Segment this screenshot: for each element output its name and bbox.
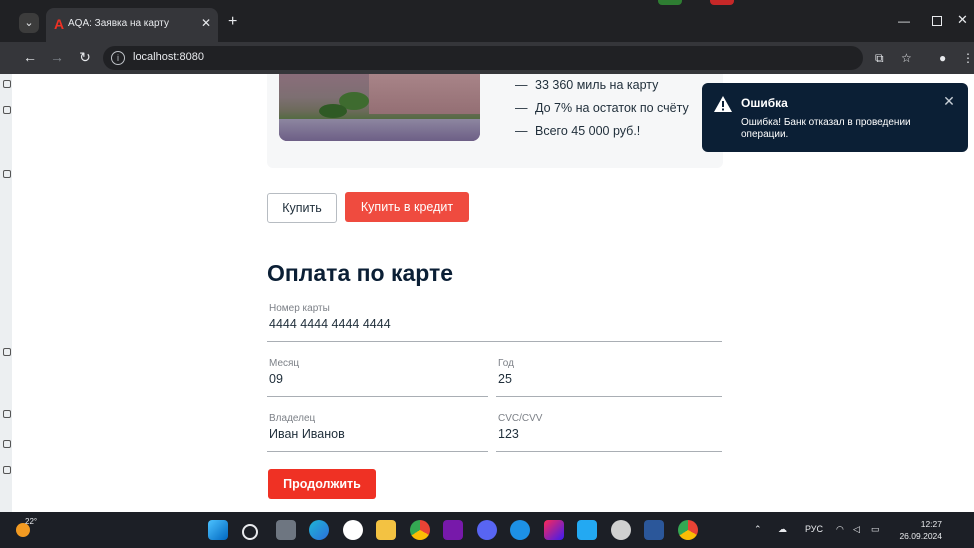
tab-title: AQA: Заявка на карту bbox=[68, 18, 169, 29]
edge-icon bbox=[3, 440, 11, 448]
clock-date: 26.09.2024 bbox=[899, 531, 942, 541]
product-photo bbox=[279, 74, 480, 141]
card-number-field[interactable]: Номер карты 4444 4444 4444 4444 bbox=[267, 303, 722, 342]
cloud-icon[interactable]: ☁ bbox=[778, 524, 787, 535]
yandex-browser-icon[interactable] bbox=[343, 520, 363, 540]
site-info-icon[interactable]: i bbox=[111, 51, 125, 65]
card-number-label: Номер карты bbox=[269, 303, 330, 314]
window-close-button[interactable]: ✕ bbox=[957, 12, 968, 28]
close-icon[interactable]: ✕ bbox=[942, 94, 956, 108]
owner-input[interactable]: Иван Иванов bbox=[269, 427, 345, 441]
year-input[interactable]: 25 bbox=[498, 372, 512, 386]
buy-credit-button[interactable]: Купить в кредит bbox=[345, 192, 469, 222]
vscode-icon[interactable] bbox=[577, 520, 597, 540]
browser-menu-icon[interactable]: ⋮ bbox=[962, 49, 974, 67]
forward-arrow-icon[interactable]: → bbox=[48, 48, 66, 66]
buy-button[interactable]: Купить bbox=[267, 193, 337, 223]
photo-path bbox=[279, 119, 480, 141]
notification-text: Ошибка! Банк отказал в проведении операц… bbox=[741, 117, 911, 140]
month-field[interactable]: Месяц 09 bbox=[267, 358, 488, 397]
photo-wall bbox=[369, 74, 480, 114]
background-window-edge bbox=[0, 74, 12, 512]
year-label: Год bbox=[498, 358, 514, 369]
year-field[interactable]: Год 25 bbox=[496, 358, 722, 397]
chrome-icon[interactable] bbox=[410, 520, 430, 540]
system-clock[interactable]: 12:27 26.09.2024 bbox=[898, 518, 942, 542]
background-window-hint bbox=[658, 0, 682, 5]
address-bar[interactable]: i localhost:8080 bbox=[103, 46, 863, 70]
edge-icon bbox=[3, 106, 11, 114]
edge-icon bbox=[3, 170, 11, 178]
back-arrow-icon[interactable]: ← bbox=[21, 48, 39, 66]
window-maximize-button[interactable] bbox=[932, 16, 942, 26]
browser-toolbar: ← → ↻ i localhost:8080 ⧉ ☆ ● ⋮ bbox=[0, 42, 974, 74]
browser-tab-active[interactable]: A AQA: Заявка на карту ✕ bbox=[46, 8, 218, 42]
window-minimize-button[interactable]: — bbox=[898, 14, 910, 28]
site-favicon-icon: A bbox=[54, 16, 65, 32]
month-label: Месяц bbox=[269, 358, 300, 369]
tab-search-button[interactable]: ⌄ bbox=[19, 13, 39, 33]
intellij-icon[interactable] bbox=[544, 520, 564, 540]
feature-item: — Всего 45 000 руб.! bbox=[515, 124, 641, 138]
url-text: localhost:8080 bbox=[133, 51, 204, 63]
background-window-hint bbox=[710, 0, 734, 5]
feature-text: До 7% на остаток по счёту bbox=[535, 101, 689, 115]
os-taskbar: 22° ⌃ ☁ РУС ◠ ◁ ▭ 12:27 26.09.2024 bbox=[0, 512, 974, 548]
cvc-input[interactable]: 123 bbox=[498, 427, 519, 441]
cvc-label: CVC/CVV bbox=[498, 413, 543, 424]
photo-bush bbox=[319, 104, 347, 118]
file-explorer-icon[interactable] bbox=[376, 520, 396, 540]
month-input[interactable]: 09 bbox=[269, 372, 283, 386]
tray-expand-icon[interactable]: ⌃ bbox=[754, 524, 762, 535]
clock-time: 12:27 bbox=[920, 519, 942, 529]
wifi-icon[interactable]: ◠ bbox=[836, 524, 844, 535]
notification-title: Ошибка bbox=[741, 96, 788, 110]
product-card: —33 360 миль на карту — До 7% на остаток … bbox=[267, 74, 723, 168]
feature-text: 33 360 миль на карту bbox=[535, 78, 659, 92]
page-title: Оплата по карте bbox=[267, 260, 454, 286]
bookmark-star-icon[interactable]: ☆ bbox=[901, 49, 912, 67]
edge-icon bbox=[3, 348, 11, 356]
discord-icon[interactable] bbox=[477, 520, 497, 540]
continue-button[interactable]: Продолжить bbox=[268, 469, 376, 499]
edge-icon bbox=[3, 80, 11, 88]
battery-icon[interactable]: ▭ bbox=[871, 524, 880, 535]
cvc-field[interactable]: CVC/CVV 123 bbox=[496, 413, 722, 452]
reload-icon[interactable]: ↻ bbox=[76, 48, 94, 66]
install-app-icon[interactable]: ⧉ bbox=[875, 49, 884, 67]
warning-icon bbox=[714, 96, 732, 112]
search-icon[interactable] bbox=[242, 524, 258, 540]
onenote-icon[interactable] bbox=[443, 520, 463, 540]
app-icon[interactable] bbox=[611, 520, 631, 540]
feature-text: Всего 45 000 руб.! bbox=[535, 124, 641, 138]
new-tab-button[interactable]: + bbox=[228, 14, 237, 30]
tab-close-icon[interactable]: ✕ bbox=[201, 16, 211, 30]
language-indicator[interactable]: РУС bbox=[805, 524, 823, 534]
error-notification: Ошибка Ошибка! Банк отказал в проведении… bbox=[702, 83, 968, 152]
feature-item: — До 7% на остаток по счёту bbox=[515, 101, 689, 115]
task-view-icon[interactable] bbox=[276, 520, 296, 540]
browser-tab-bar: ⌄ A AQA: Заявка на карту ✕ + — ✕ bbox=[0, 0, 974, 42]
card-number-input[interactable]: 4444 4444 4444 4444 bbox=[269, 317, 391, 331]
profile-icon[interactable]: ● bbox=[939, 49, 946, 67]
feature-list: —33 360 миль на карту — До 7% на остаток … bbox=[515, 78, 689, 147]
volume-icon[interactable]: ◁ bbox=[853, 524, 860, 535]
word-icon[interactable] bbox=[644, 520, 664, 540]
owner-label: Владелец bbox=[269, 413, 316, 424]
chrome-active-icon[interactable] bbox=[678, 520, 698, 540]
edge-icon bbox=[3, 466, 11, 474]
edge-icon bbox=[3, 410, 11, 418]
weather-temperature: 22° bbox=[25, 517, 38, 526]
feature-item: —33 360 миль на карту bbox=[515, 78, 659, 92]
owner-field[interactable]: Владелец Иван Иванов bbox=[267, 413, 488, 452]
docker-icon[interactable] bbox=[510, 520, 530, 540]
start-button-icon[interactable] bbox=[208, 520, 228, 540]
edge-browser-icon[interactable] bbox=[309, 520, 329, 540]
